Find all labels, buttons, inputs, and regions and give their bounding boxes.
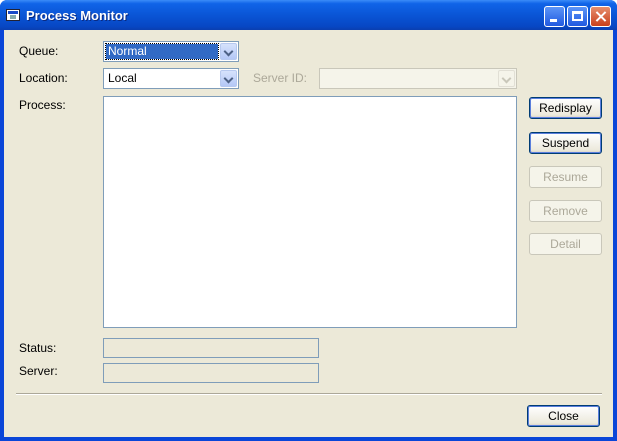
close-button[interactable]: Close [527,405,600,427]
queue-value: Normal [105,43,219,60]
maximize-icon[interactable] [567,6,588,27]
window-title: Process Monitor [26,8,128,23]
queue-label: Queue: [19,44,59,58]
suspend-button[interactable]: Suspend [529,132,602,154]
close-icon[interactable] [590,6,611,27]
location-value: Local [108,71,137,85]
resume-button[interactable]: Resume [529,166,602,188]
title-bar[interactable]: Process Monitor [0,0,617,30]
window-app-icon[interactable] [6,9,20,21]
process-label: Process: [19,98,66,112]
chevron-down-icon[interactable] [220,70,237,87]
location-label: Location: [19,71,68,85]
dialog-body: Queue: Normal Location: Local Server ID:… [4,30,613,437]
chevron-down-icon[interactable] [220,43,237,60]
server-id-dropdown [319,68,517,89]
chevron-down-icon [498,70,515,87]
divider [16,393,602,395]
process-list[interactable] [103,96,517,328]
status-label: Status: [19,341,57,355]
server-id-label: Server ID: [253,71,308,85]
server-label: Server: [19,364,58,378]
location-dropdown[interactable]: Local [103,68,239,89]
minimize-icon[interactable] [544,6,565,27]
server-field [103,363,319,383]
queue-dropdown[interactable]: Normal [103,41,239,62]
redisplay-button[interactable]: Redisplay [529,97,602,119]
remove-button[interactable]: Remove [529,200,602,222]
detail-button[interactable]: Detail [529,233,602,255]
process-monitor-window: Process Monitor Queue: Normal Location: … [0,0,617,441]
status-field [103,338,319,358]
